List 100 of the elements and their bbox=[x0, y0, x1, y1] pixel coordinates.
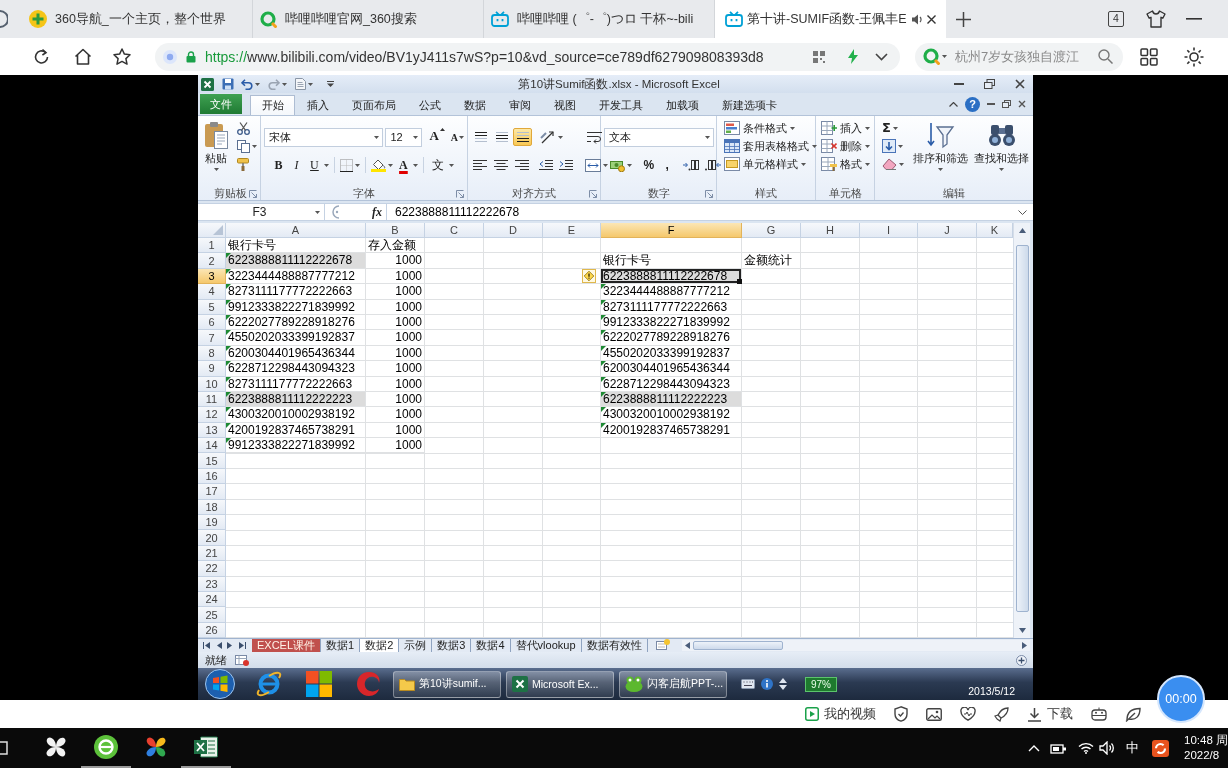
find-select-button[interactable]: 查找和选择 bbox=[973, 119, 1030, 186]
clock[interactable]: 10:48 周 2022/8 bbox=[1184, 733, 1228, 763]
taskbar-button[interactable]: 第10讲sumif... bbox=[393, 670, 501, 698]
row-header[interactable]: 20 bbox=[198, 530, 226, 546]
clock-date[interactable]: 2013/5/12 bbox=[968, 685, 1015, 697]
comma-button[interactable]: , bbox=[659, 156, 676, 174]
caret-icon[interactable] bbox=[213, 168, 219, 171]
column-header[interactable]: C bbox=[425, 223, 484, 238]
caret-icon[interactable] bbox=[898, 144, 903, 148]
caret-icon[interactable] bbox=[865, 144, 871, 148]
money-icon[interactable] bbox=[610, 158, 626, 172]
row-header[interactable]: 19 bbox=[198, 515, 226, 531]
heart-icon[interactable] bbox=[960, 707, 976, 721]
row-header[interactable]: 14 bbox=[198, 438, 226, 454]
caret-icon[interactable] bbox=[801, 162, 807, 166]
plus-icon[interactable] bbox=[956, 11, 971, 27]
column-header[interactable]: J bbox=[918, 223, 977, 238]
column-header[interactable]: G bbox=[742, 223, 801, 238]
scroll-up-icon[interactable] bbox=[1018, 228, 1026, 233]
download-button[interactable]: 下载 bbox=[1027, 705, 1073, 723]
caret-icon[interactable] bbox=[812, 144, 818, 148]
image-icon[interactable] bbox=[926, 707, 942, 721]
previous-sheet-icon[interactable] bbox=[216, 642, 222, 650]
caret-icon[interactable] bbox=[865, 126, 871, 130]
row-header[interactable]: 12 bbox=[198, 407, 226, 423]
column-header[interactable]: I bbox=[860, 223, 918, 238]
row-header[interactable]: 25 bbox=[198, 607, 226, 623]
ribbon-tab[interactable]: 开始 bbox=[250, 95, 295, 115]
grid-icon[interactable] bbox=[1140, 47, 1158, 66]
fill-handle-icon[interactable] bbox=[737, 279, 742, 285]
undo-icon[interactable] bbox=[241, 78, 253, 90]
formula-field[interactable]: 6223888811112222678 bbox=[386, 204, 1018, 220]
caret-icon[interactable] bbox=[413, 135, 419, 139]
caret-icon[interactable] bbox=[942, 55, 947, 58]
column-header[interactable]: D bbox=[484, 223, 543, 238]
chevron-down-icon[interactable] bbox=[875, 52, 888, 61]
sort-filter-button[interactable]: 排序和筛选 bbox=[912, 119, 969, 186]
caret-icon[interactable] bbox=[324, 163, 330, 167]
close-icon[interactable] bbox=[927, 14, 936, 24]
column-header[interactable]: K bbox=[977, 223, 1013, 238]
font-name-field[interactable]: 宋体 bbox=[264, 127, 384, 147]
sheet-tab[interactable]: EXCEL课件 bbox=[252, 639, 322, 653]
rocket-icon[interactable] bbox=[994, 706, 1009, 722]
shield-icon[interactable] bbox=[894, 706, 908, 722]
input-mode-indicator[interactable]: 中 bbox=[1126, 739, 1139, 757]
grow-font-button[interactable]: A bbox=[428, 128, 446, 146]
scrollbar[interactable] bbox=[1013, 223, 1030, 639]
search-field[interactable]: 杭州7岁女孩独自渡江 bbox=[955, 47, 1096, 66]
ribbon-tab[interactable]: 开发工具 bbox=[587, 95, 654, 115]
delete-button[interactable]: 删除 bbox=[821, 137, 871, 155]
caret-icon[interactable] bbox=[790, 126, 796, 130]
four-squares-icon[interactable] bbox=[305, 670, 333, 699]
percentage-badge[interactable]: 97% bbox=[805, 676, 837, 692]
indent-icon[interactable] bbox=[559, 159, 574, 171]
scroll-thumb[interactable] bbox=[692, 641, 783, 651]
column-header[interactable]: A bbox=[226, 223, 366, 238]
restore-icon[interactable] bbox=[1002, 100, 1011, 108]
sheet-tab[interactable]: 数据2 bbox=[360, 639, 400, 653]
address-field[interactable]: https://www.bilibili.com/video/BV1yJ411s7wS?p=10&vd_source=ce789df627909808393d8 bbox=[155, 42, 900, 71]
eraser-icon[interactable] bbox=[882, 158, 897, 170]
expand-icon[interactable] bbox=[1018, 209, 1027, 215]
dialog-launcher-icon[interactable] bbox=[705, 189, 714, 198]
shrink-font-button[interactable]: A bbox=[449, 128, 466, 146]
phonetic-button[interactable]: 文 bbox=[429, 156, 448, 174]
row-header[interactable]: 17 bbox=[198, 484, 226, 500]
scroll-right-icon[interactable] bbox=[1022, 642, 1027, 650]
brightness-icon[interactable] bbox=[1184, 46, 1204, 67]
row-header[interactable]: 1 bbox=[198, 238, 226, 254]
start-orb-icon[interactable] bbox=[205, 669, 235, 700]
chevron-up-icon[interactable] bbox=[1028, 744, 1040, 752]
ribbon-tab[interactable]: 插入 bbox=[295, 95, 340, 115]
border-icon[interactable] bbox=[340, 158, 354, 172]
column-header[interactable]: E bbox=[543, 223, 601, 238]
font-color-button[interactable]: A bbox=[395, 156, 412, 174]
caret-icon[interactable] bbox=[413, 163, 419, 167]
caret-icon[interactable] bbox=[558, 135, 564, 139]
merge-cells-icon[interactable] bbox=[585, 158, 602, 172]
reload-icon[interactable] bbox=[33, 48, 50, 65]
row-header[interactable]: 4 bbox=[198, 284, 226, 300]
font-size-field[interactable]: 12 bbox=[385, 127, 423, 147]
first-sheet-icon[interactable] bbox=[203, 642, 211, 650]
insert-function-button[interactable]: fx bbox=[372, 204, 382, 220]
caret-icon[interactable] bbox=[603, 163, 609, 167]
taskbar-button[interactable]: Microsoft Ex... bbox=[506, 670, 614, 698]
browser-tab[interactable]: 第十讲-SUMIF函数-王佩丰E bbox=[715, 0, 946, 38]
row-header[interactable]: 7 bbox=[198, 330, 226, 346]
caret-icon[interactable] bbox=[892, 126, 898, 130]
insert-button[interactable]: 插入 bbox=[821, 119, 871, 137]
ribbon-tab[interactable]: 新建选项卡 bbox=[710, 95, 788, 115]
speaker-icon[interactable] bbox=[912, 13, 923, 25]
name-box[interactable]: F3 bbox=[200, 204, 325, 220]
lightning-icon[interactable] bbox=[848, 49, 858, 64]
minimize-icon[interactable] bbox=[1186, 18, 1202, 20]
scroll-down-icon[interactable] bbox=[1018, 628, 1026, 634]
caret-icon[interactable] bbox=[315, 210, 320, 214]
search-icon[interactable] bbox=[1098, 49, 1113, 64]
ribbon-tab[interactable]: 视图 bbox=[542, 95, 587, 115]
caret-icon[interactable] bbox=[355, 163, 361, 167]
star-icon[interactable] bbox=[113, 48, 131, 65]
diagonal-arrow-icon[interactable] bbox=[540, 130, 557, 144]
